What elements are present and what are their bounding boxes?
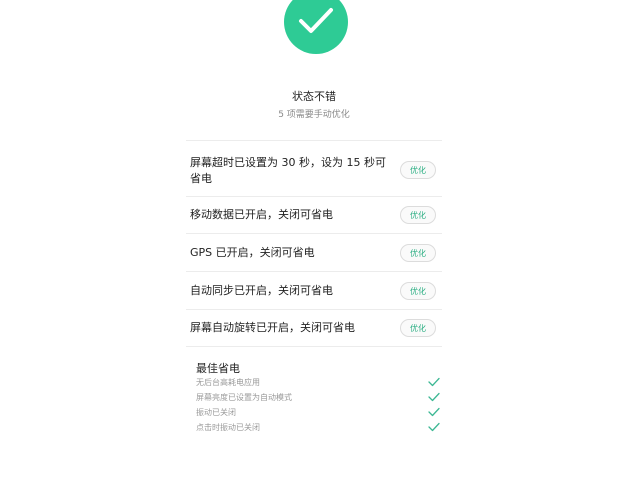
optimize-item-auto-sync: 自动同步已开启，关闭可省电 (190, 283, 333, 299)
optimize-item-mobile-data: 移动数据已开启，关闭可省电 (190, 207, 333, 223)
check-icon (428, 392, 440, 402)
optimize-item-label: 屏幕超时已设置为 30 秒，设为 15 秒可 (190, 156, 386, 169)
best-savings-label: 无后台高耗电应用 (196, 378, 260, 387)
optimize-item-label-cont: 省电 (190, 172, 212, 185)
divider (186, 140, 442, 141)
best-savings-item: 屏幕亮度已设置为自动模式 (196, 391, 440, 405)
optimize-button[interactable]: 优化 (400, 319, 436, 337)
best-savings-label: 屏幕亮度已设置为自动模式 (196, 393, 292, 402)
check-icon (428, 407, 440, 417)
optimize-button[interactable]: 优化 (400, 244, 436, 262)
check-icon (428, 377, 440, 387)
optimize-item-label: 自动同步已开启，关闭可省电 (190, 284, 333, 297)
status-title: 状态不错 (292, 90, 336, 103)
optimize-button[interactable]: 优化 (400, 206, 436, 224)
divider (186, 309, 442, 310)
optimize-button[interactable]: 优化 (400, 161, 436, 179)
best-savings-item: 无后台高耗电应用 (196, 376, 440, 390)
best-savings-item: 振动已关闭 (196, 406, 440, 420)
best-savings-item: 点击时振动已关闭 (196, 421, 440, 435)
check-icon (299, 8, 333, 33)
optimize-button[interactable]: 优化 (400, 282, 436, 300)
divider (186, 346, 442, 347)
best-savings-label: 振动已关闭 (196, 408, 236, 417)
optimize-item-label: 屏幕自动旋转已开启，关闭可省电 (190, 321, 355, 334)
divider (186, 233, 442, 234)
optimize-item-gps: GPS 已开启，关闭可省电 (190, 245, 315, 261)
battery-optimization-panel: 状态不错 5 项需要手动优化 屏幕超时已设置为 30 秒，设为 15 秒可 省电… (186, 0, 442, 440)
status-check-badge (284, 0, 348, 54)
status-subtitle: 5 项需要手动优化 (278, 110, 350, 120)
check-icon (428, 422, 440, 432)
optimize-item-auto-rotate: 屏幕自动旋转已开启，关闭可省电 (190, 320, 355, 336)
optimize-item-screen-timeout: 屏幕超时已设置为 30 秒，设为 15 秒可 省电 (190, 155, 386, 187)
divider (186, 271, 442, 272)
optimize-item-label: GPS 已开启，关闭可省电 (190, 246, 315, 259)
best-savings-label: 点击时振动已关闭 (196, 423, 260, 432)
divider (186, 196, 442, 197)
best-savings-title: 最佳省电 (196, 362, 240, 375)
optimize-item-label: 移动数据已开启，关闭可省电 (190, 208, 333, 221)
